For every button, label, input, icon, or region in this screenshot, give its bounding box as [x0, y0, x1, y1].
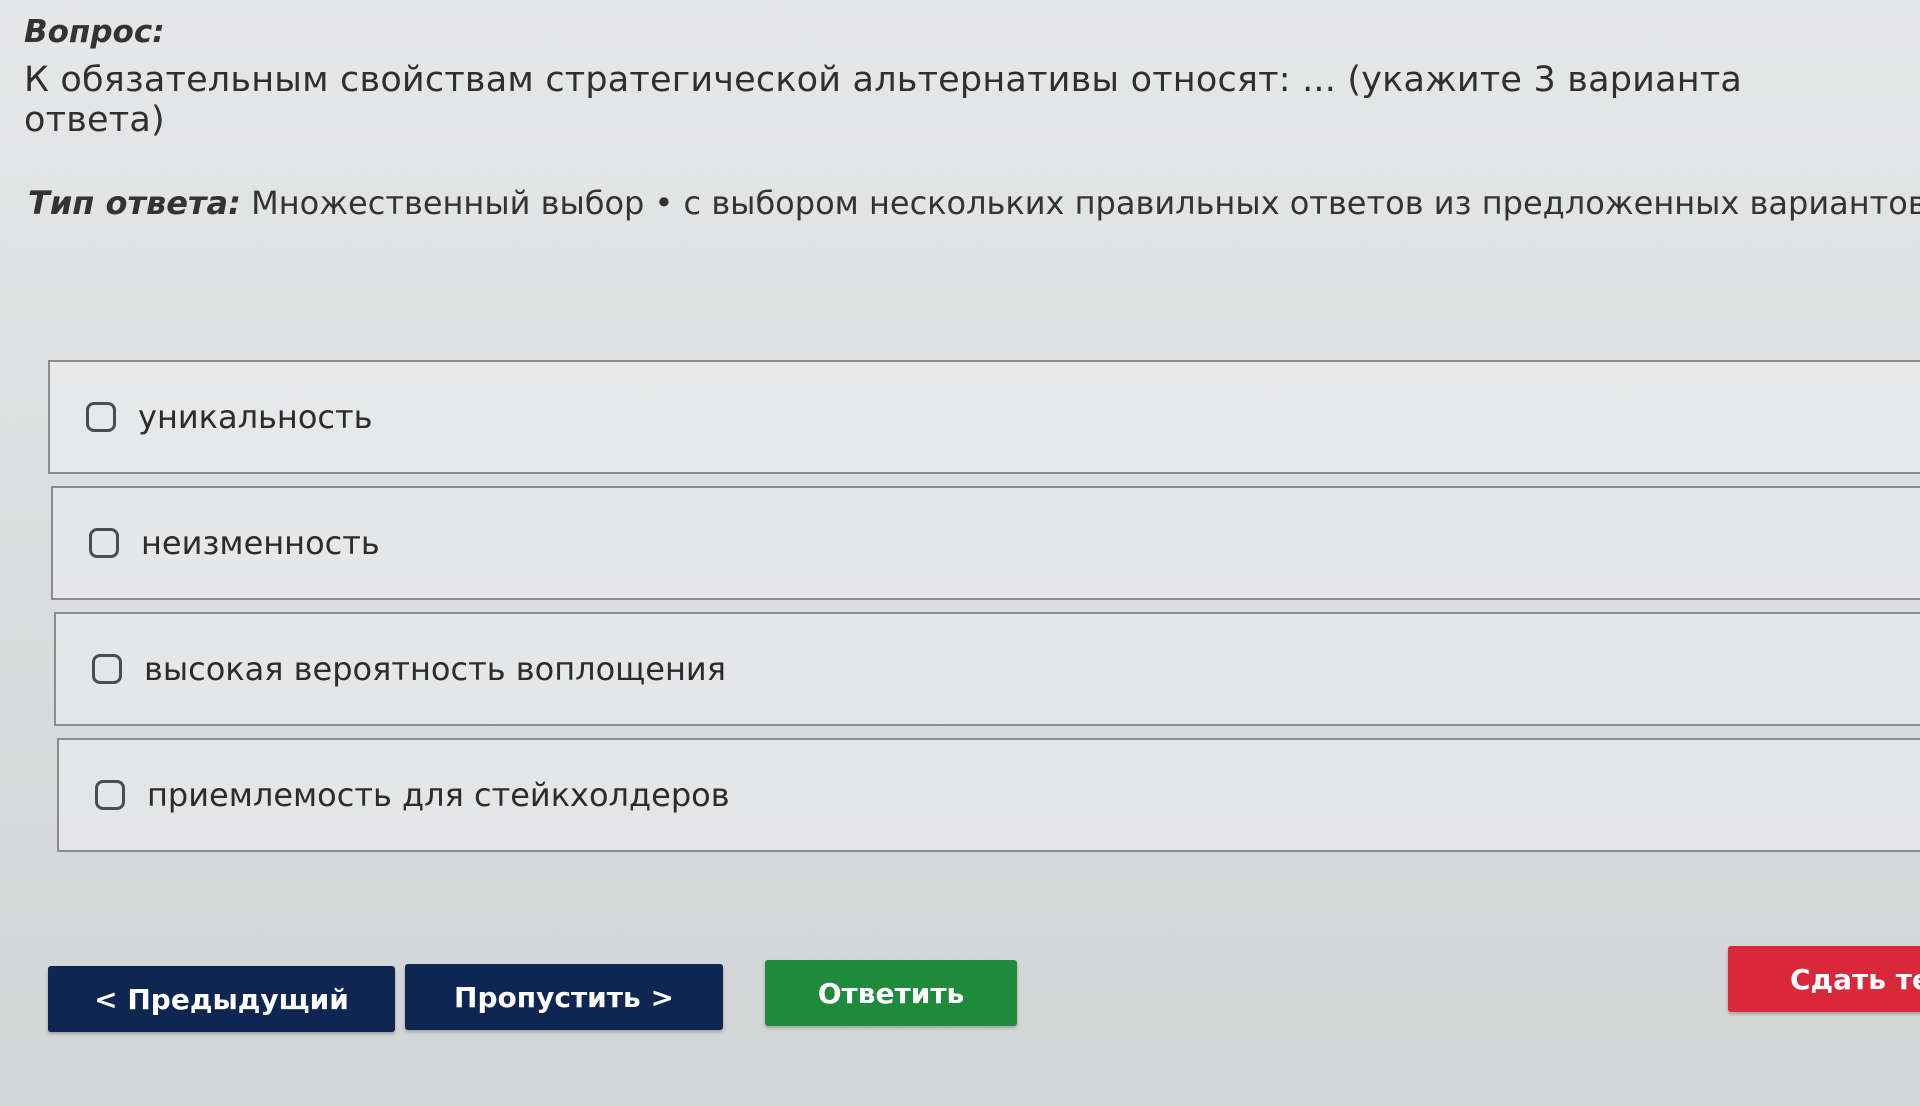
answer-type: Тип ответа: Множественный выбор • с выбо… [28, 184, 1920, 222]
action-bar: < Предыдущий Пропустить > Ответить Сдать… [48, 946, 1920, 1036]
skip-button[interactable]: Пропустить > [405, 964, 723, 1030]
option-label: высокая вероятность воплощения [144, 650, 726, 688]
previous-button[interactable]: < Предыдущий [48, 966, 395, 1032]
question-text: К обязательным свойствам стратегической … [24, 60, 1743, 140]
answer-type-value: Множественный выбор • с выбором нескольк… [251, 184, 1920, 222]
option-label: уникальность [138, 398, 373, 436]
question-heading: Вопрос: [24, 14, 165, 50]
answer-options: уникальность неизменность высокая вероят… [48, 360, 1920, 864]
answer-type-label: Тип ответа: [28, 184, 241, 222]
option-immutability[interactable]: неизменность [51, 486, 1920, 600]
option-label: неизменность [141, 524, 380, 562]
answer-button[interactable]: Ответить [765, 960, 1017, 1026]
option-stakeholder-acceptability[interactable]: приемлемость для стейкхолдеров [57, 738, 1920, 852]
option-high-probability[interactable]: высокая вероятность воплощения [54, 612, 1920, 726]
submit-test-button[interactable]: Сдать тес [1728, 946, 1920, 1012]
option-label: приемлемость для стейкхолдеров [147, 776, 730, 814]
checkbox[interactable] [86, 402, 116, 432]
checkbox[interactable] [92, 654, 122, 684]
checkbox[interactable] [89, 528, 119, 558]
question-block: Вопрос: К обязательным свойствам стратег… [24, 14, 1884, 140]
option-uniqueness[interactable]: уникальность [48, 360, 1920, 474]
checkbox[interactable] [95, 780, 125, 810]
